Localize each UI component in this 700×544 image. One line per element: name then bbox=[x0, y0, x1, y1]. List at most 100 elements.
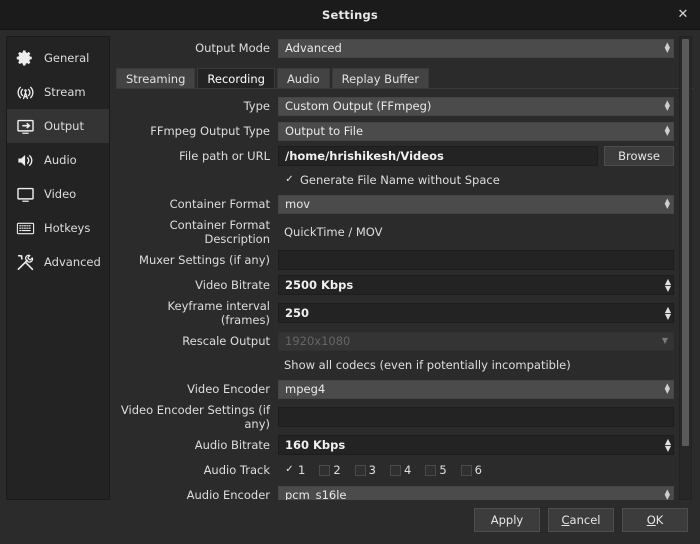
audio-track-4[interactable]: 4 bbox=[389, 463, 412, 477]
sidebar-item-label: Stream bbox=[44, 85, 86, 99]
output-mode-row: Output Mode Advanced ▲ ▼ bbox=[116, 36, 674, 60]
audio-track-3[interactable]: 3 bbox=[354, 463, 376, 477]
ffmpeg-output-type-select[interactable]: Output to File ▲ ▼ bbox=[278, 121, 674, 141]
monitor-icon bbox=[15, 184, 35, 204]
gear-icon bbox=[15, 48, 35, 68]
audio-track-label-3: 3 bbox=[368, 463, 376, 477]
scrollbar-thumb[interactable] bbox=[682, 39, 689, 446]
container-format-row: Container Format mov ▲ ▼ bbox=[116, 193, 674, 215]
chevron-down-icon: ▼ bbox=[661, 336, 668, 345]
video-bitrate-label: Video Bitrate bbox=[195, 278, 270, 292]
dialog-footer: Apply Cancel OK bbox=[0, 500, 700, 544]
sidebar-item-label: Audio bbox=[44, 153, 77, 167]
generate-filename-checkbox[interactable]: ✓ Generate File Name without Space bbox=[278, 173, 499, 187]
muxer-settings-input[interactable] bbox=[278, 250, 674, 270]
video-bitrate-input[interactable]: 2500 Kbps ▲ ▼ bbox=[278, 275, 674, 295]
audio-encoder-select[interactable]: pcm_s16le ▲ ▼ bbox=[278, 485, 674, 500]
output-icon bbox=[15, 116, 35, 136]
window-title: Settings bbox=[322, 7, 378, 22]
tab-recording[interactable]: Recording bbox=[197, 68, 275, 89]
audio-track-5[interactable]: 5 bbox=[425, 463, 447, 477]
tab-audio[interactable]: Audio bbox=[276, 68, 330, 89]
sidebar-item-video[interactable]: Video bbox=[7, 177, 109, 211]
settings-window: Settings ✕ General Stream Output Audio V… bbox=[0, 0, 700, 544]
video-encoder-select[interactable]: mpeg4 ▲ ▼ bbox=[278, 379, 674, 399]
cancel-accel: C bbox=[561, 513, 570, 527]
audio-track-2[interactable]: 2 bbox=[319, 463, 341, 477]
audio-track-list: ✓ 1 2 3 4 5 6 bbox=[278, 463, 496, 477]
rescale-output-row: Rescale Output 1920x1080 ▼ bbox=[116, 330, 674, 352]
container-format-select[interactable]: mov ▲ ▼ bbox=[278, 194, 674, 214]
audio-track-1[interactable]: ✓ 1 bbox=[284, 463, 305, 477]
window-body: General Stream Output Audio Video Hotkey… bbox=[0, 30, 700, 500]
vertical-scrollbar[interactable] bbox=[679, 36, 692, 500]
sidebar-item-advanced[interactable]: Advanced bbox=[7, 245, 109, 279]
spinner-updown-icon[interactable]: ▲ ▼ bbox=[665, 306, 671, 321]
checkbox-icon bbox=[389, 464, 401, 476]
show-all-codecs-checkbox[interactable]: Show all codecs (even if potentially inc… bbox=[278, 358, 571, 372]
apply-button[interactable]: Apply bbox=[474, 508, 540, 532]
tab-streaming[interactable]: Streaming bbox=[116, 68, 196, 89]
sidebar-item-stream[interactable]: Stream bbox=[7, 75, 109, 109]
chevron-updown-icon: ▲ ▼ bbox=[664, 99, 670, 112]
title-bar: Settings ✕ bbox=[0, 0, 700, 30]
container-format-description-value: QuickTime / MOV bbox=[284, 225, 383, 239]
tab-replay-buffer[interactable]: Replay Buffer bbox=[331, 68, 430, 89]
container-format-value: mov bbox=[285, 197, 311, 211]
audio-track-label-5: 5 bbox=[439, 463, 447, 477]
tabs-underline bbox=[116, 88, 694, 89]
muxer-settings-row: Muxer Settings (if any) bbox=[116, 249, 674, 271]
output-mode-value: Advanced bbox=[285, 41, 342, 55]
checkbox-icon bbox=[425, 464, 437, 476]
container-format-label: Container Format bbox=[169, 197, 270, 211]
audio-bitrate-label: Audio Bitrate bbox=[194, 438, 270, 452]
broadcast-icon bbox=[15, 82, 35, 102]
rescale-output-label: Rescale Output bbox=[182, 334, 270, 348]
sidebar-item-label: Output bbox=[44, 119, 84, 133]
checkbox-icon bbox=[460, 464, 472, 476]
ffmpeg-output-type-row: FFmpeg Output Type Output to File ▲ ▼ bbox=[116, 120, 674, 142]
spinner-updown-icon[interactable]: ▲ ▼ bbox=[665, 278, 671, 293]
chevron-updown-icon: ▲ ▼ bbox=[664, 41, 670, 54]
close-icon[interactable]: ✕ bbox=[672, 4, 694, 26]
browse-button[interactable]: Browse bbox=[604, 146, 674, 166]
sidebar-item-label: General bbox=[44, 51, 90, 65]
audio-encoder-value: pcm_s16le bbox=[285, 488, 347, 500]
ok-button[interactable]: OK bbox=[622, 508, 688, 532]
video-encoder-row: Video Encoder mpeg4 ▲ ▼ bbox=[116, 378, 674, 400]
sidebar-item-general[interactable]: General bbox=[7, 41, 109, 75]
keyframe-interval-input[interactable]: 250 ▲ ▼ bbox=[278, 303, 674, 323]
sidebar-item-label: Advanced bbox=[44, 255, 101, 269]
chevron-updown-icon: ▲ ▼ bbox=[664, 382, 670, 395]
keyboard-icon bbox=[15, 218, 35, 238]
settings-scroll-area: Output Mode Advanced ▲ ▼ Streaming Record… bbox=[116, 36, 694, 500]
audio-track-label-6: 6 bbox=[474, 463, 482, 477]
output-mode-label: Output Mode bbox=[195, 41, 270, 55]
tools-icon bbox=[15, 252, 35, 272]
container-format-description-label: Container Format Description bbox=[169, 218, 270, 246]
output-mode-select[interactable]: Advanced ▲ ▼ bbox=[278, 38, 674, 58]
show-all-codecs-row: Show all codecs (even if potentially inc… bbox=[116, 355, 674, 375]
sidebar-item-output[interactable]: Output bbox=[7, 109, 109, 143]
video-encoder-label: Video Encoder bbox=[187, 382, 270, 396]
audio-track-6[interactable]: 6 bbox=[460, 463, 482, 477]
ffmpeg-output-type-label: FFmpeg Output Type bbox=[150, 124, 270, 138]
audio-bitrate-input[interactable]: 160 Kbps ▲ ▼ bbox=[278, 435, 674, 455]
type-select[interactable]: Custom Output (FFmpeg) ▲ ▼ bbox=[278, 96, 674, 116]
file-path-label: File path or URL bbox=[179, 149, 270, 163]
video-bitrate-row: Video Bitrate 2500 Kbps ▲ ▼ bbox=[116, 274, 674, 296]
file-path-input[interactable]: /home/hrishikesh/Videos bbox=[278, 146, 599, 166]
show-all-codecs-label: Show all codecs (even if potentially inc… bbox=[284, 358, 571, 372]
video-encoder-settings-input[interactable] bbox=[278, 407, 674, 427]
audio-track-label-4: 4 bbox=[403, 463, 412, 477]
checkmark-icon: ✓ bbox=[285, 464, 294, 475]
speaker-icon bbox=[15, 150, 35, 170]
sidebar-item-audio[interactable]: Audio bbox=[7, 143, 109, 177]
cancel-rest: ancel bbox=[569, 513, 601, 527]
cancel-button[interactable]: Cancel bbox=[548, 508, 614, 532]
rescale-output-select: 1920x1080 ▼ bbox=[278, 331, 674, 351]
sidebar-item-hotkeys[interactable]: Hotkeys bbox=[7, 211, 109, 245]
output-tabs: Streaming Recording Audio Replay Buffer bbox=[116, 68, 694, 89]
spinner-updown-icon[interactable]: ▲ ▼ bbox=[665, 438, 671, 453]
audio-track-label: Audio Track bbox=[203, 463, 270, 477]
